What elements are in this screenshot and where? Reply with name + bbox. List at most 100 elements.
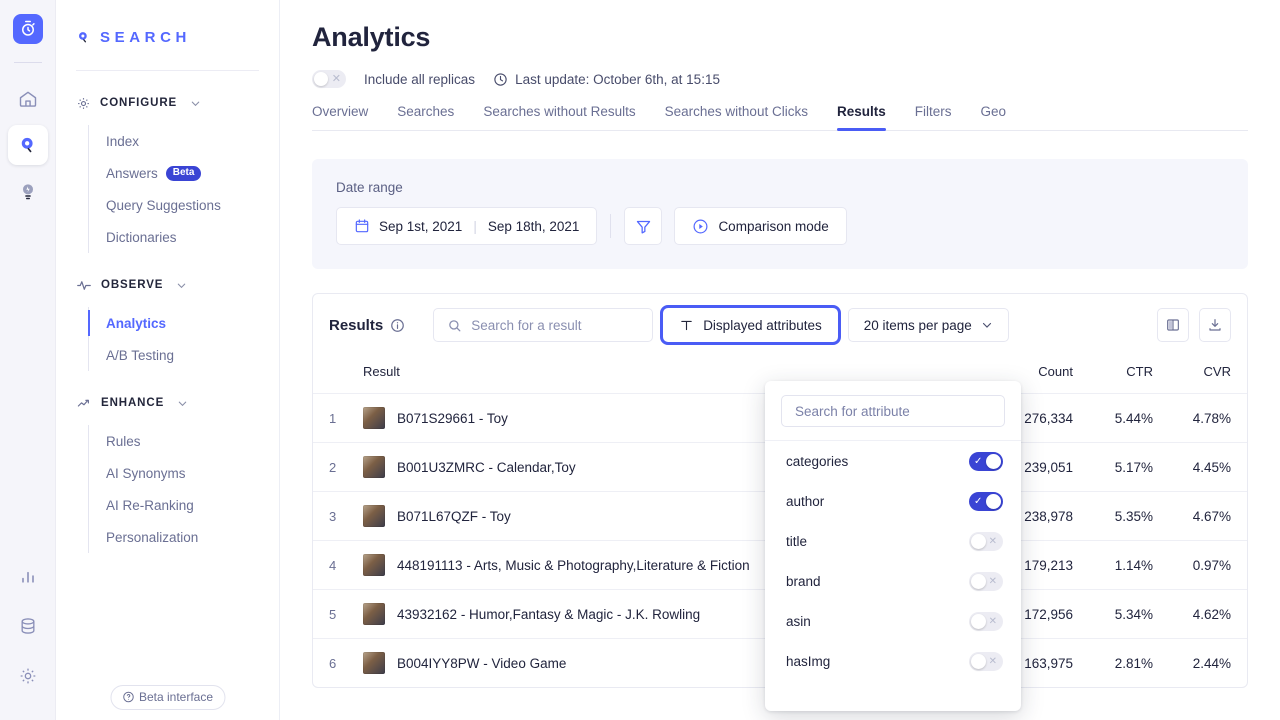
- rail-item-settings[interactable]: [8, 656, 48, 696]
- sidebar-group-header-enhance[interactable]: ENHANCE: [56, 391, 279, 415]
- filter-button[interactable]: [624, 207, 663, 245]
- attribute-item-brand[interactable]: brand ✕: [765, 561, 1021, 601]
- sidebar-divider: [76, 70, 259, 71]
- attribute-label: author: [786, 493, 825, 509]
- product-thumbnail: [363, 603, 385, 625]
- sidebar-group-header-observe[interactable]: OBSERVE: [56, 273, 279, 297]
- attribute-item-hasimg[interactable]: hasImg ✕: [765, 641, 1021, 681]
- sidebar-item-analytics[interactable]: Analytics: [88, 307, 279, 339]
- tab-results[interactable]: Results: [836, 104, 886, 131]
- chevron-down-icon: [176, 280, 187, 291]
- chevron-down-icon: [190, 98, 201, 109]
- funnel-icon: [635, 218, 652, 235]
- attribute-item-title[interactable]: title ✕: [765, 521, 1021, 561]
- row-cvr: 0.97%: [1192, 557, 1231, 573]
- attribute-toggle[interactable]: ✓: [969, 451, 1003, 471]
- attribute-toggle[interactable]: ✕: [969, 531, 1003, 551]
- items-per-page-label: 20 items per page: [863, 317, 972, 333]
- attribute-toggle[interactable]: ✕: [969, 611, 1003, 631]
- chevron-down-icon: [981, 319, 993, 331]
- download-button[interactable]: [1199, 308, 1231, 342]
- tab-overview[interactable]: Overview: [312, 104, 368, 130]
- stopwatch-logo-icon[interactable]: [12, 14, 43, 44]
- row-cvr: 4.78%: [1192, 410, 1231, 426]
- attribute-item-asin[interactable]: asin ✕: [765, 601, 1021, 641]
- sidebar-item-ab-testing[interactable]: A/B Testing: [89, 339, 279, 371]
- rail-item-recommend[interactable]: [8, 171, 48, 211]
- date-range-start: Sep 1st, 2021: [379, 218, 463, 234]
- attribute-search-input[interactable]: [781, 395, 1005, 427]
- rail-item-data-sources[interactable]: [8, 606, 48, 646]
- sidebar-item-personalization[interactable]: Personalization: [89, 521, 279, 553]
- columns-layout-button[interactable]: [1157, 308, 1189, 342]
- row-rank: 2: [329, 459, 337, 475]
- search-pin-icon: [76, 29, 91, 46]
- product-thumbnail: [363, 505, 385, 527]
- sidebar-item-answers[interactable]: Answers Beta: [89, 157, 279, 189]
- row-ctr: 5.35%: [1114, 508, 1153, 524]
- sidebar-group-header-configure[interactable]: CONFIGURE: [56, 91, 279, 115]
- attribute-label: title: [786, 533, 808, 549]
- header-meta-row: ✕ Include all replicas Last update: Octo…: [312, 70, 1248, 88]
- tab-geo[interactable]: Geo: [980, 104, 1006, 130]
- tab-searches-without-clicks[interactable]: Searches without Clicks: [665, 104, 808, 130]
- info-icon[interactable]: [390, 318, 405, 333]
- sidebar-item-query-suggestions[interactable]: Query Suggestions: [89, 189, 279, 221]
- row-rank: 3: [329, 508, 337, 524]
- sidebar-item-label: Analytics: [106, 315, 167, 331]
- text-type-icon: [679, 318, 694, 333]
- row-rank: 6: [329, 655, 337, 671]
- sidebar-item-label: AI Re-Ranking: [106, 497, 194, 513]
- attribute-toggle[interactable]: ✕: [969, 651, 1003, 671]
- bar-chart-icon: [18, 566, 38, 586]
- help-circle-icon: [122, 691, 134, 703]
- row-ctr: 1.14%: [1114, 557, 1153, 573]
- attribute-item-author[interactable]: author ✓: [765, 481, 1021, 521]
- row-ctr: 5.17%: [1114, 459, 1153, 475]
- rail-item-search[interactable]: [7, 125, 48, 165]
- rail-item-home[interactable]: [8, 79, 48, 119]
- sidebar-item-ai-synonyms[interactable]: AI Synonyms: [89, 457, 279, 489]
- sidebar-item-dictionaries[interactable]: Dictionaries: [89, 221, 279, 253]
- sidebar-item-label: AI Synonyms: [106, 465, 186, 481]
- tab-searches-without-results[interactable]: Searches without Results: [483, 104, 635, 130]
- header-cvr: CVR: [1203, 364, 1231, 379]
- beta-interface-pill[interactable]: Beta interface: [109, 685, 226, 710]
- row-cvr: 4.45%: [1192, 459, 1231, 475]
- attribute-toggle[interactable]: ✕: [969, 571, 1003, 591]
- row-cvr: 4.67%: [1192, 508, 1231, 524]
- tab-searches[interactable]: Searches: [397, 104, 454, 130]
- row-ctr: 2.81%: [1114, 655, 1153, 671]
- row-result-label: B004IYY8PW - Video Game: [397, 655, 567, 671]
- include-all-replicas-toggle[interactable]: ✕: [312, 70, 346, 88]
- sidebar-item-rules[interactable]: Rules: [89, 425, 279, 457]
- sidebar-item-index[interactable]: Index: [89, 125, 279, 157]
- search-input[interactable]: [471, 317, 640, 333]
- row-rank: 4: [329, 557, 337, 573]
- attribute-label: hasImg: [786, 653, 831, 669]
- attribute-toggle[interactable]: ✓: [969, 491, 1003, 511]
- comparison-mode-button[interactable]: Comparison mode: [674, 207, 847, 245]
- row-cvr: 4.62%: [1192, 606, 1231, 622]
- items-per-page-select[interactable]: 20 items per page: [847, 308, 1009, 342]
- sidebar-item-ai-re-ranking[interactable]: AI Re-Ranking: [89, 489, 279, 521]
- sidebar-item-label: Personalization: [106, 529, 199, 545]
- database-icon: [18, 616, 38, 636]
- row-ctr: 5.34%: [1114, 606, 1153, 622]
- attribute-label: brand: [786, 573, 821, 589]
- gear-icon: [18, 666, 38, 686]
- result-search-box[interactable]: [433, 308, 654, 342]
- date-range-end: Sep 18th, 2021: [487, 218, 580, 234]
- row-result-label: B071S29661 - Toy: [397, 410, 508, 426]
- displayed-attributes-button[interactable]: Displayed attributes: [660, 305, 841, 345]
- tab-filters[interactable]: Filters: [915, 104, 952, 130]
- row-result-label: 43932162 - Humor,Fantasy & Magic - J.K. …: [397, 606, 701, 622]
- product-thumbnail: [363, 456, 385, 478]
- attribute-item-categories[interactable]: categories ✓: [765, 441, 1021, 481]
- rail-item-analytics[interactable]: [8, 556, 48, 596]
- attribute-label: categories: [786, 453, 849, 469]
- lightbulb-icon: [18, 181, 38, 201]
- comparison-mode-label: Comparison mode: [718, 218, 829, 234]
- row-result-label: B001U3ZMRC - Calendar,Toy: [397, 459, 576, 475]
- date-range-picker[interactable]: Sep 1st, 2021 | Sep 18th, 2021: [336, 207, 598, 245]
